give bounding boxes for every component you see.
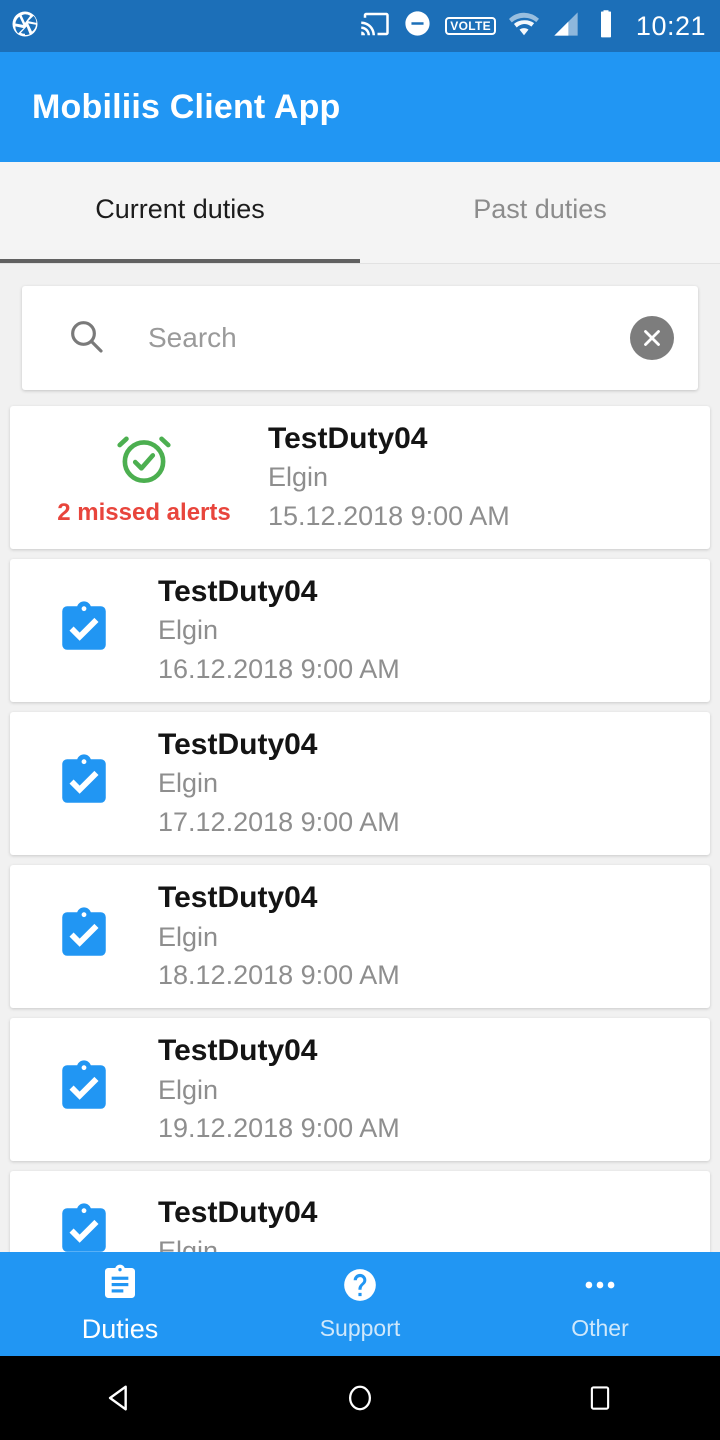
bottom-nav-item-other[interactable]: Other	[480, 1266, 720, 1342]
duty-location: Elgin	[158, 921, 219, 952]
volte-badge: VOLTE	[445, 17, 496, 35]
duty-datetime: 17.12.2018 9:00 AM	[158, 806, 400, 837]
do-not-disturb-icon	[403, 9, 432, 43]
status-bar: VOLTE 10:21	[0, 0, 720, 52]
duty-details: TestDuty04 Elgin 15.12.2018 9:00 AM	[268, 420, 710, 535]
android-navigation-bar	[0, 1356, 720, 1440]
app-bar: Mobiliis Client App	[0, 52, 720, 162]
duty-card[interactable]: TestDuty04 Elgin 17.12.2018 9:00 AM	[10, 712, 710, 856]
assignment-turned-in-icon	[55, 752, 113, 815]
tab-past-duties[interactable]: Past duties	[360, 162, 720, 263]
search-clear-button[interactable]	[630, 316, 674, 360]
tab-bar: Current duties Past duties	[0, 162, 720, 264]
duty-status-group	[10, 1058, 158, 1121]
duty-status-group	[10, 905, 158, 968]
duty-location: Elgin	[158, 1074, 219, 1105]
duty-list: 2 missed alerts TestDuty04 Elgin 15.12.2…	[0, 406, 720, 1294]
duty-title: TestDuty04	[158, 1034, 318, 1068]
search-input[interactable]	[106, 322, 630, 354]
duty-status-group	[10, 752, 158, 815]
clipboard-icon	[100, 1263, 140, 1308]
duty-status-group	[10, 599, 158, 662]
duty-details: TestDuty04 Elgin 16.12.2018 9:00 AM	[158, 573, 710, 688]
mobile-screen: VOLTE 10:21 Mobiliis Client App Current …	[0, 0, 720, 1440]
bottom-nav-item-support[interactable]: Support	[240, 1266, 480, 1342]
bottom-nav-label-other: Other	[571, 1315, 629, 1341]
bottom-nav-item-duties[interactable]: Duties	[0, 1263, 240, 1345]
cellular-signal-icon	[552, 10, 580, 43]
page-title: Mobiliis Client App	[32, 87, 341, 126]
duty-card[interactable]: TestDuty04 Elgin 18.12.2018 9:00 AM	[10, 865, 710, 1009]
help-circle-icon	[341, 1266, 379, 1309]
duty-card[interactable]: TestDuty04 Elgin 16.12.2018 9:00 AM	[10, 559, 710, 703]
search-section	[0, 264, 720, 406]
recents-icon[interactable]	[540, 1383, 660, 1413]
duty-title: TestDuty04	[268, 422, 428, 455]
home-icon[interactable]	[300, 1382, 420, 1414]
duty-location: Elgin	[158, 615, 219, 646]
duty-title: TestDuty04	[158, 728, 318, 762]
status-bar-system-icons: VOLTE 10:21	[360, 9, 706, 44]
duty-datetime: 18.12.2018 9:00 AM	[158, 959, 400, 990]
assignment-turned-in-icon	[55, 599, 113, 662]
duty-details: TestDuty04 Elgin 19.12.2018 9:00 AM	[158, 1032, 710, 1147]
status-bar-notifications	[10, 9, 40, 44]
duty-datetime: 15.12.2018 9:00 AM	[268, 500, 510, 531]
duty-title: TestDuty04	[158, 881, 318, 915]
duty-details: TestDuty04 Elgin 17.12.2018 9:00 AM	[158, 726, 710, 841]
wifi-icon	[508, 9, 539, 44]
cast-icon	[360, 9, 390, 44]
back-icon[interactable]	[60, 1381, 180, 1415]
search-bar[interactable]	[22, 286, 698, 390]
status-bar-clock: 10:21	[635, 10, 706, 41]
duty-card[interactable]: 2 missed alerts TestDuty04 Elgin 15.12.2…	[10, 406, 710, 550]
bottom-nav-label-support: Support	[319, 1315, 401, 1341]
battery-icon	[593, 9, 619, 44]
duty-location: Elgin	[268, 462, 329, 493]
duty-card[interactable]: TestDuty04 Elgin 19.12.2018 9:00 AM	[10, 1018, 710, 1162]
bottom-nav-label-duties: Duties	[81, 1314, 159, 1344]
more-horizontal-icon	[581, 1266, 619, 1309]
tab-past-duties-label: Past duties	[473, 194, 607, 224]
duty-title: TestDuty04	[158, 575, 318, 609]
assignment-turned-in-icon	[55, 1058, 113, 1121]
bottom-navigation: Duties Support Other	[0, 1252, 720, 1356]
tab-current-duties[interactable]: Current duties	[0, 162, 360, 263]
duty-details: TestDuty04 Elgin 18.12.2018 9:00 AM	[158, 879, 710, 994]
assignment-turned-in-icon	[55, 905, 113, 968]
alarm-check-icon	[113, 428, 175, 495]
duty-title: TestDuty04	[158, 1195, 318, 1229]
camera-aperture-icon	[10, 9, 40, 44]
duty-location: Elgin	[158, 768, 219, 799]
duty-datetime: 19.12.2018 9:00 AM	[158, 1112, 400, 1143]
duty-datetime: 16.12.2018 9:00 AM	[158, 653, 400, 684]
missed-alerts-badge: 2 missed alerts	[57, 499, 231, 527]
duty-status-group: 2 missed alerts	[10, 428, 278, 527]
search-icon	[66, 316, 106, 361]
tab-current-duties-label: Current duties	[95, 194, 265, 224]
